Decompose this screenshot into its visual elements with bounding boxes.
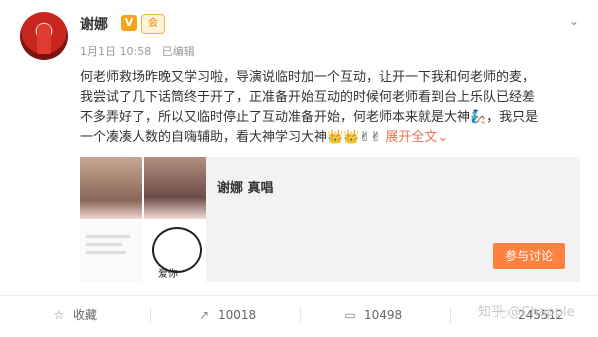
post-text: 何老师救场昨晚又学习啦，导演说临时加一个互动，让开一下我和何老师的麦， 我尝试了… — [80, 68, 580, 148]
repost-count: 10018 — [218, 308, 257, 322]
author-name[interactable]: 谢娜 — [80, 14, 108, 34]
thumbnail-photo — [80, 157, 142, 219]
thumbnail-photo — [144, 157, 206, 219]
favorite-button[interactable]: ☆ 收藏 — [52, 304, 97, 326]
verified-icon: V — [121, 15, 137, 31]
comment-icon: ▭ — [344, 308, 356, 322]
post-timestamp[interactable]: 1月1日 10:58 — [80, 45, 151, 58]
shared-title[interactable]: 谢娜 真唱 — [217, 177, 274, 196]
thumbnail-text-preview — [80, 221, 142, 282]
shared-card[interactable]: 爱你 谢娜 真唱 参与讨论 — [80, 157, 580, 282]
join-discussion-button[interactable]: 参与讨论 — [493, 243, 565, 269]
comment-button[interactable]: ▭ 10498 — [343, 304, 402, 326]
expand-label: 展开全文 — [385, 130, 438, 145]
chevron-down-icon[interactable]: ⌄ — [567, 14, 581, 28]
edited-label: 已编辑 — [161, 45, 195, 58]
post-line: 一个凑凑人数的自嗨辅助，看大神学习大神👑👑✌✌ — [80, 130, 382, 145]
sticker-text: 爱你 — [158, 269, 178, 280]
post-line: 我尝试了几下话筒终于开了，正准备开始互动的时候何老师看到台上乐队已经差 — [80, 90, 536, 105]
chevron-down-icon: ⌄ — [437, 130, 449, 145]
repost-button[interactable]: ↗ 10018 — [197, 304, 256, 326]
star-icon: ☆ — [53, 308, 65, 322]
expand-link[interactable]: 展开全文⌄ — [385, 130, 448, 145]
author-avatar[interactable] — [20, 12, 68, 60]
shared-thumbnail: 爱你 — [80, 157, 206, 282]
weibo-post-card: 谢娜 V 会 1月1日 10:58 已编辑 ⌄ 何老师救场昨晚又学习啦，导演说临… — [0, 0, 598, 336]
watermark: 知乎 @Chapple — [478, 305, 575, 320]
post-line: 不多弄好了，所以又临时停止了互动准备开始，何老师本来就是大神🧞，我只是 — [80, 110, 539, 125]
post-meta: 1月1日 10:58 已编辑 — [80, 43, 195, 59]
member-badge-icon: 会 — [141, 14, 165, 34]
emoji-sticker: 爱你 — [144, 221, 206, 282]
post-line: 何老师救场昨晚又学习啦，导演说临时加一个互动，让开一下我和何老师的麦， — [80, 70, 536, 85]
repost-icon: ↗ — [198, 308, 210, 322]
favorite-label: 收藏 — [73, 308, 98, 322]
comment-count: 10498 — [364, 308, 403, 322]
